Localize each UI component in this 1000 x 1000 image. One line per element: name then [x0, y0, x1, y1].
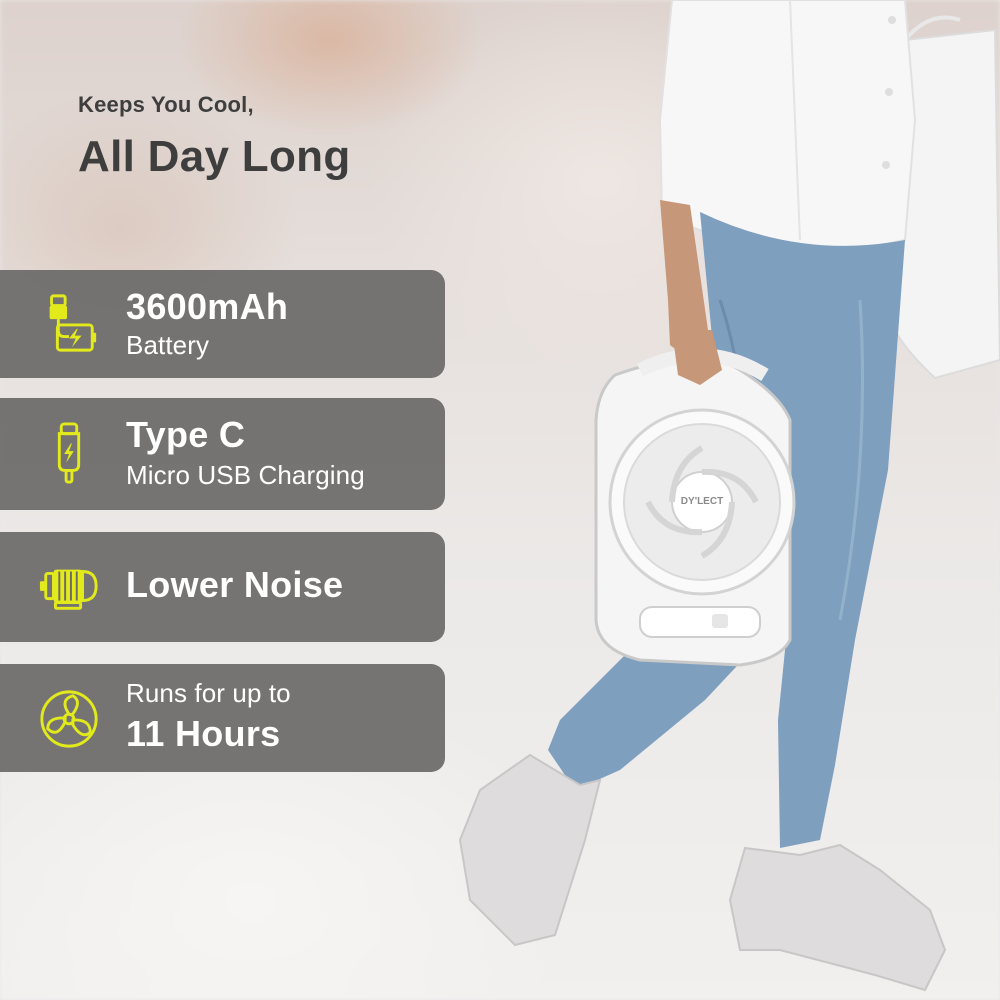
product-banner: DY'LECT Keeps You Cool, All Day Long 360…: [0, 0, 1000, 1000]
person-carrying-fan-illustration: DY'LECT: [458, 0, 1000, 992]
runtime-hours: 11 Hours: [126, 713, 281, 754]
charging-type: Type C: [126, 414, 246, 455]
noise-feature: Lower Noise: [126, 564, 344, 605]
portable-fan-image: DY'LECT: [594, 348, 796, 667]
battery-charging-icon: [34, 288, 104, 358]
headline-title: All Day Long: [78, 132, 351, 181]
fan-brand-label: DY'LECT: [681, 496, 723, 507]
fan-icon: [34, 684, 104, 754]
sneakers-image: [458, 753, 947, 992]
battery-label: Battery: [126, 330, 210, 360]
white-shirt-image: [658, 0, 917, 257]
runtime-prefix: Runs for up to: [126, 678, 291, 708]
battery-capacity: 3600mAh: [126, 286, 289, 327]
motor-icon: [34, 552, 104, 622]
charging-label: Micro USB Charging: [126, 460, 365, 490]
feature-card-battery: 3600mAh Battery: [0, 270, 445, 378]
feature-card-noise: Lower Noise: [0, 532, 445, 642]
feature-card-runtime: Runs for up to 11 Hours: [0, 664, 445, 772]
feature-card-charging: Type C Micro USB Charging: [0, 398, 445, 510]
usb-c-plug-icon: [34, 418, 104, 488]
headline: Keeps You Cool, All Day Long: [78, 92, 351, 182]
headline-tagline: Keeps You Cool,: [78, 92, 254, 117]
